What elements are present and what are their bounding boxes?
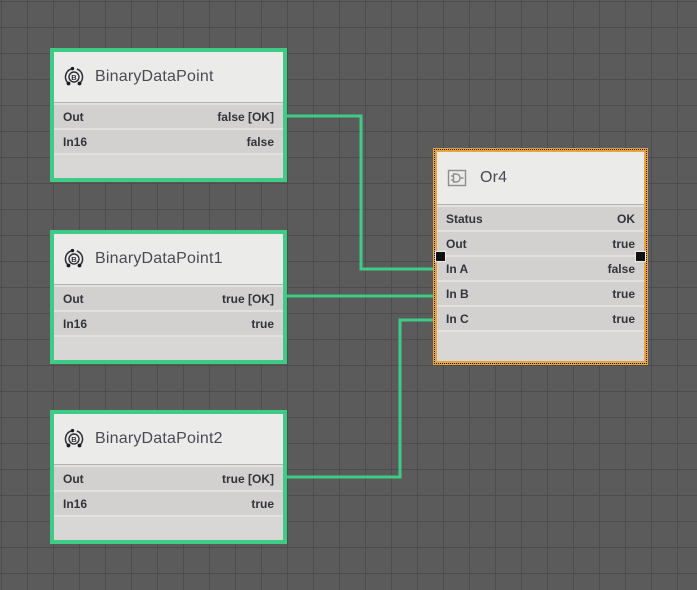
slot-value: OK (617, 211, 635, 226)
svg-text:B: B (71, 73, 77, 82)
slot-row-empty (54, 337, 283, 360)
slot-row-in-a[interactable]: In A false (437, 257, 644, 280)
slot-row-in16[interactable]: In16 true (54, 312, 283, 335)
slot-value: false (607, 261, 635, 276)
slot-row-out[interactable]: Out true [OK] (54, 467, 283, 490)
block-header[interactable]: B BinaryDataPoint (54, 52, 283, 103)
slot-label: In C (446, 311, 469, 326)
binary-point-icon: B (63, 66, 85, 88)
selection-handle-left[interactable] (435, 251, 446, 262)
function-block-binary-data-point-2[interactable]: B BinaryDataPoint2 Out true [OK] In16 tr… (50, 410, 287, 544)
svg-text:B: B (71, 435, 77, 444)
slot-row-status[interactable]: Status OK (437, 207, 644, 230)
slot-label: Out (63, 471, 84, 486)
slot-row-empty (437, 332, 644, 361)
slot-row-empty (54, 517, 283, 540)
slot-value: true [OK] (222, 291, 274, 306)
slot-value: false (246, 134, 274, 149)
block-title: Or4 (480, 169, 508, 186)
slot-value: true (612, 286, 635, 301)
slot-label: In A (446, 261, 469, 276)
slot-value: true (251, 316, 274, 331)
slot-value: false [OK] (217, 109, 274, 124)
slot-row-in-c[interactable]: In C true (437, 307, 644, 330)
block-header[interactable]: B BinaryDataPoint1 (54, 234, 283, 285)
block-header[interactable]: B BinaryDataPoint2 (54, 414, 283, 465)
slot-row-in-b[interactable]: In B true (437, 282, 644, 305)
slot-label: In B (446, 286, 469, 301)
logic-gate-icon (446, 167, 470, 189)
slot-row-out[interactable]: Out true [OK] (54, 287, 283, 310)
slot-value: true [OK] (222, 471, 274, 486)
wire-link[interactable] (287, 114, 433, 271)
slot-label: Status (446, 211, 483, 226)
slot-label: In16 (63, 134, 88, 149)
binary-point-icon: B (63, 428, 85, 450)
block-title: BinaryDataPoint1 (95, 250, 223, 267)
slot-label: Out (63, 291, 84, 306)
slot-row-out[interactable]: Out true (437, 232, 644, 255)
wire-link[interactable] (287, 318, 433, 479)
slot-value: true (612, 311, 635, 326)
selection-handle-right[interactable] (635, 251, 646, 262)
binary-point-icon: B (63, 248, 85, 270)
slot-label: Out (446, 236, 467, 251)
slot-row-in16[interactable]: In16 false (54, 130, 283, 153)
slot-label: Out (63, 109, 84, 124)
slot-label: In16 (63, 496, 88, 511)
function-block-binary-data-point[interactable]: B BinaryDataPoint Out false [OK] In16 fa… (50, 48, 287, 182)
wiresheet-canvas[interactable]: B BinaryDataPoint Out false [OK] In16 fa… (0, 0, 697, 590)
block-title: BinaryDataPoint (95, 68, 214, 85)
slot-value: true (612, 236, 635, 251)
slot-value: true (251, 496, 274, 511)
function-block-binary-data-point-1[interactable]: B BinaryDataPoint1 Out true [OK] In16 tr… (50, 230, 287, 364)
slot-row-out[interactable]: Out false [OK] (54, 105, 283, 128)
function-block-or4[interactable]: Or4 Status OK Out true In A false In B t… (433, 148, 648, 365)
block-title: BinaryDataPoint2 (95, 430, 223, 447)
svg-text:B: B (71, 255, 77, 264)
slot-row-empty (54, 155, 283, 178)
slot-row-in16[interactable]: In16 true (54, 492, 283, 515)
block-header[interactable]: Or4 (437, 152, 644, 205)
slot-label: In16 (63, 316, 88, 331)
